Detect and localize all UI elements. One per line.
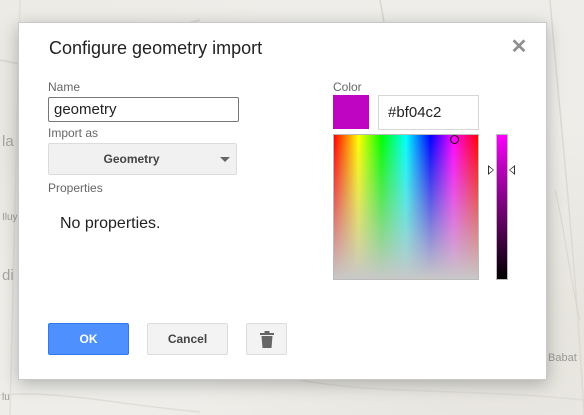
color-swatch[interactable] xyxy=(333,95,369,129)
map-label: di xyxy=(2,267,14,284)
map-label: Babat xyxy=(548,352,577,364)
map-label: lu xyxy=(2,392,10,403)
color-label: Color xyxy=(333,80,362,94)
import-as-selected-value: Geometry xyxy=(103,152,160,166)
palette-selection-marker[interactable] xyxy=(450,135,459,144)
map-label: Iluy xyxy=(2,212,18,223)
trash-icon xyxy=(259,331,274,348)
properties-label: Properties xyxy=(48,181,103,195)
delete-button[interactable] xyxy=(246,323,287,355)
name-label: Name xyxy=(48,80,81,94)
dialog-title: Configure geometry import xyxy=(49,38,263,58)
lightness-slider[interactable] xyxy=(496,134,508,280)
configure-geometry-dialog: Configure geometry import ✕ Name Import … xyxy=(18,22,547,380)
map-label: la xyxy=(2,133,14,150)
no-properties-text: No properties. xyxy=(60,215,161,232)
import-as-select[interactable]: Geometry xyxy=(48,143,237,175)
close-icon[interactable]: ✕ xyxy=(510,37,528,57)
color-palette[interactable] xyxy=(333,134,479,280)
cancel-button[interactable]: Cancel xyxy=(147,323,228,355)
ok-button[interactable]: OK xyxy=(48,323,129,355)
import-as-label: Import as xyxy=(48,126,99,140)
slider-handle-left-icon[interactable] xyxy=(488,165,494,175)
slider-handle-right-icon[interactable] xyxy=(509,165,515,175)
color-hex-input[interactable] xyxy=(378,95,479,130)
chevron-down-icon xyxy=(220,157,230,162)
name-input[interactable] xyxy=(48,97,239,122)
